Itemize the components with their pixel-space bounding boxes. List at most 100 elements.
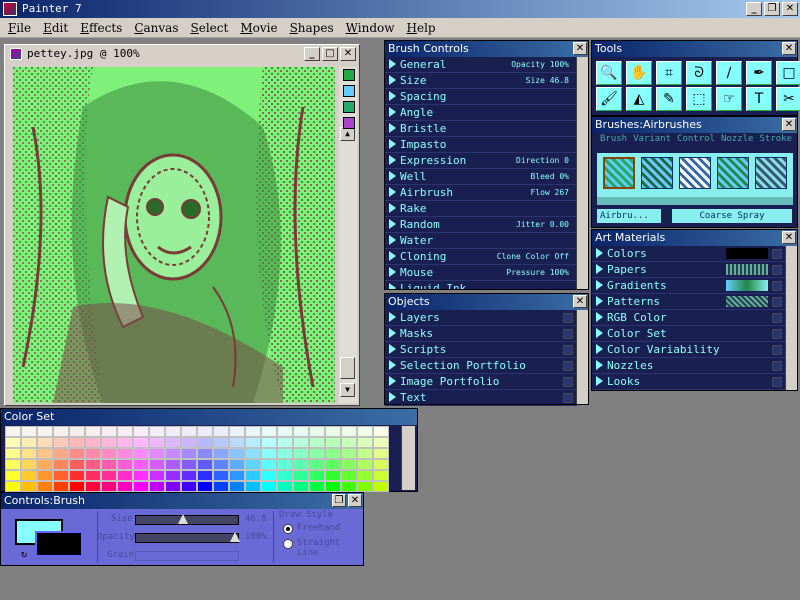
color-swatch[interactable] xyxy=(53,459,69,470)
color-swatch[interactable] xyxy=(181,437,197,448)
menu-select[interactable]: Select xyxy=(184,18,234,37)
dropdown-arrow-icon[interactable] xyxy=(772,329,782,339)
color-swatch[interactable] xyxy=(181,481,197,492)
brush-controls-close-icon[interactable]: ✕ xyxy=(573,42,587,55)
expand-triangle-icon[interactable] xyxy=(596,376,603,386)
color-swatch[interactable] xyxy=(133,459,149,470)
image-canvas[interactable] xyxy=(13,67,335,403)
dropdown-arrow-icon[interactable] xyxy=(563,361,573,371)
color-swatch[interactable] xyxy=(85,481,101,492)
grid-icon[interactable] xyxy=(343,101,355,113)
color-swatch[interactable] xyxy=(293,426,309,437)
color-swatch[interactable] xyxy=(117,470,133,481)
color-swatch[interactable] xyxy=(149,426,165,437)
doc-close-button[interactable]: ✕ xyxy=(340,47,356,61)
color-swatch[interactable] xyxy=(341,481,357,492)
expand-triangle-icon[interactable] xyxy=(389,283,396,289)
color-swatch[interactable] xyxy=(37,448,53,459)
dropdown-arrow-icon[interactable] xyxy=(772,281,782,291)
art-materials-color-set[interactable]: Color Set xyxy=(592,326,786,342)
controls-brush-close-icon[interactable]: ✕ xyxy=(348,494,362,507)
close-button[interactable]: ✕ xyxy=(782,2,798,16)
tab-variant[interactable]: Variant xyxy=(633,134,671,146)
color-swatch[interactable] xyxy=(229,459,245,470)
color-swatch[interactable] xyxy=(149,448,165,459)
color-swatch[interactable] xyxy=(293,459,309,470)
color-swatch[interactable] xyxy=(357,426,373,437)
objects-scrollbar[interactable] xyxy=(576,310,588,404)
color-swatch[interactable] xyxy=(53,448,69,459)
color-swatch[interactable] xyxy=(309,426,325,437)
brush-thumb-3[interactable] xyxy=(679,157,711,189)
color-swatch[interactable] xyxy=(181,426,197,437)
color-swatch[interactable] xyxy=(229,426,245,437)
color-swatch[interactable] xyxy=(21,481,37,492)
expand-triangle-icon[interactable] xyxy=(389,219,396,229)
rectangle-icon[interactable]: □ xyxy=(776,61,800,85)
color-swatch[interactable] xyxy=(197,448,213,459)
color-swatch[interactable] xyxy=(101,481,117,492)
color-swatch[interactable] xyxy=(309,448,325,459)
color-swatch[interactable] xyxy=(85,448,101,459)
color-swatch[interactable] xyxy=(341,426,357,437)
brush-icon[interactable]: ∕ xyxy=(716,61,742,85)
color-swatch[interactable] xyxy=(213,448,229,459)
pen-icon[interactable]: ✒ xyxy=(746,61,772,85)
objects-item-masks[interactable]: Masks xyxy=(385,326,577,342)
art-materials-color-variability[interactable]: Color Variability xyxy=(592,342,786,358)
color-swatch[interactable] xyxy=(85,437,101,448)
dropdown-arrow-icon[interactable] xyxy=(563,345,573,355)
art-materials-colors[interactable]: Colors xyxy=(592,246,786,262)
color-swatch[interactable] xyxy=(277,448,293,459)
color-set-scrollbar[interactable] xyxy=(401,426,415,490)
expand-triangle-icon[interactable] xyxy=(389,360,396,370)
objects-item-text[interactable]: Text xyxy=(385,390,577,406)
expand-triangle-icon[interactable] xyxy=(596,312,603,322)
crop-icon[interactable]: ⌗ xyxy=(656,61,682,85)
expand-triangle-icon[interactable] xyxy=(389,75,396,85)
dropdown-arrow-icon[interactable] xyxy=(772,377,782,387)
color-swatch[interactable] xyxy=(165,426,181,437)
color-swatch[interactable] xyxy=(53,470,69,481)
color-swatch[interactable] xyxy=(21,448,37,459)
menu-file[interactable]: File xyxy=(2,18,37,37)
color-swatch[interactable] xyxy=(357,437,373,448)
color-swatch[interactable] xyxy=(197,437,213,448)
expand-triangle-icon[interactable] xyxy=(389,171,396,181)
straight-line-radio[interactable] xyxy=(283,539,293,549)
color-swatch[interactable] xyxy=(117,481,133,492)
color-swatch[interactable] xyxy=(245,437,261,448)
dropdown-arrow-icon[interactable] xyxy=(563,377,573,387)
brushes-close-icon[interactable]: ✕ xyxy=(782,118,796,131)
color-swatch[interactable] xyxy=(197,470,213,481)
art-materials-colors-preview[interactable] xyxy=(726,248,768,259)
color-swatch[interactable] xyxy=(69,481,85,492)
output-preview-icon[interactable] xyxy=(343,117,355,129)
tab-brush[interactable]: Brush xyxy=(600,134,627,146)
color-swatch[interactable] xyxy=(341,470,357,481)
expand-triangle-icon[interactable] xyxy=(389,344,396,354)
color-swatch[interactable] xyxy=(197,426,213,437)
art-materials-papers-preview[interactable] xyxy=(726,264,768,275)
color-swatch[interactable] xyxy=(101,437,117,448)
selection-icon[interactable]: ⬚ xyxy=(686,87,712,111)
color-swatch[interactable] xyxy=(149,470,165,481)
color-swatch[interactable] xyxy=(117,437,133,448)
doc-minimize-button[interactable]: _ xyxy=(304,47,320,61)
dropdown-arrow-icon[interactable] xyxy=(772,361,782,371)
expand-triangle-icon[interactable] xyxy=(389,392,396,402)
expand-triangle-icon[interactable] xyxy=(389,123,396,133)
text-icon[interactable]: T xyxy=(746,87,772,111)
color-swatch[interactable] xyxy=(5,426,21,437)
color-swatch[interactable] xyxy=(373,426,389,437)
expand-triangle-icon[interactable] xyxy=(389,267,396,277)
expand-triangle-icon[interactable] xyxy=(389,312,396,322)
objects-item-layers[interactable]: Layers xyxy=(385,310,577,326)
scroll-down-arrow-icon[interactable]: ▼ xyxy=(340,383,355,397)
restore-button[interactable]: ❐ xyxy=(764,2,780,16)
art-materials-nozzles[interactable]: Nozzles xyxy=(592,358,786,374)
color-swatch[interactable] xyxy=(245,448,261,459)
color-swatch[interactable] xyxy=(245,459,261,470)
expand-triangle-icon[interactable] xyxy=(389,139,396,149)
color-swatch[interactable] xyxy=(117,459,133,470)
